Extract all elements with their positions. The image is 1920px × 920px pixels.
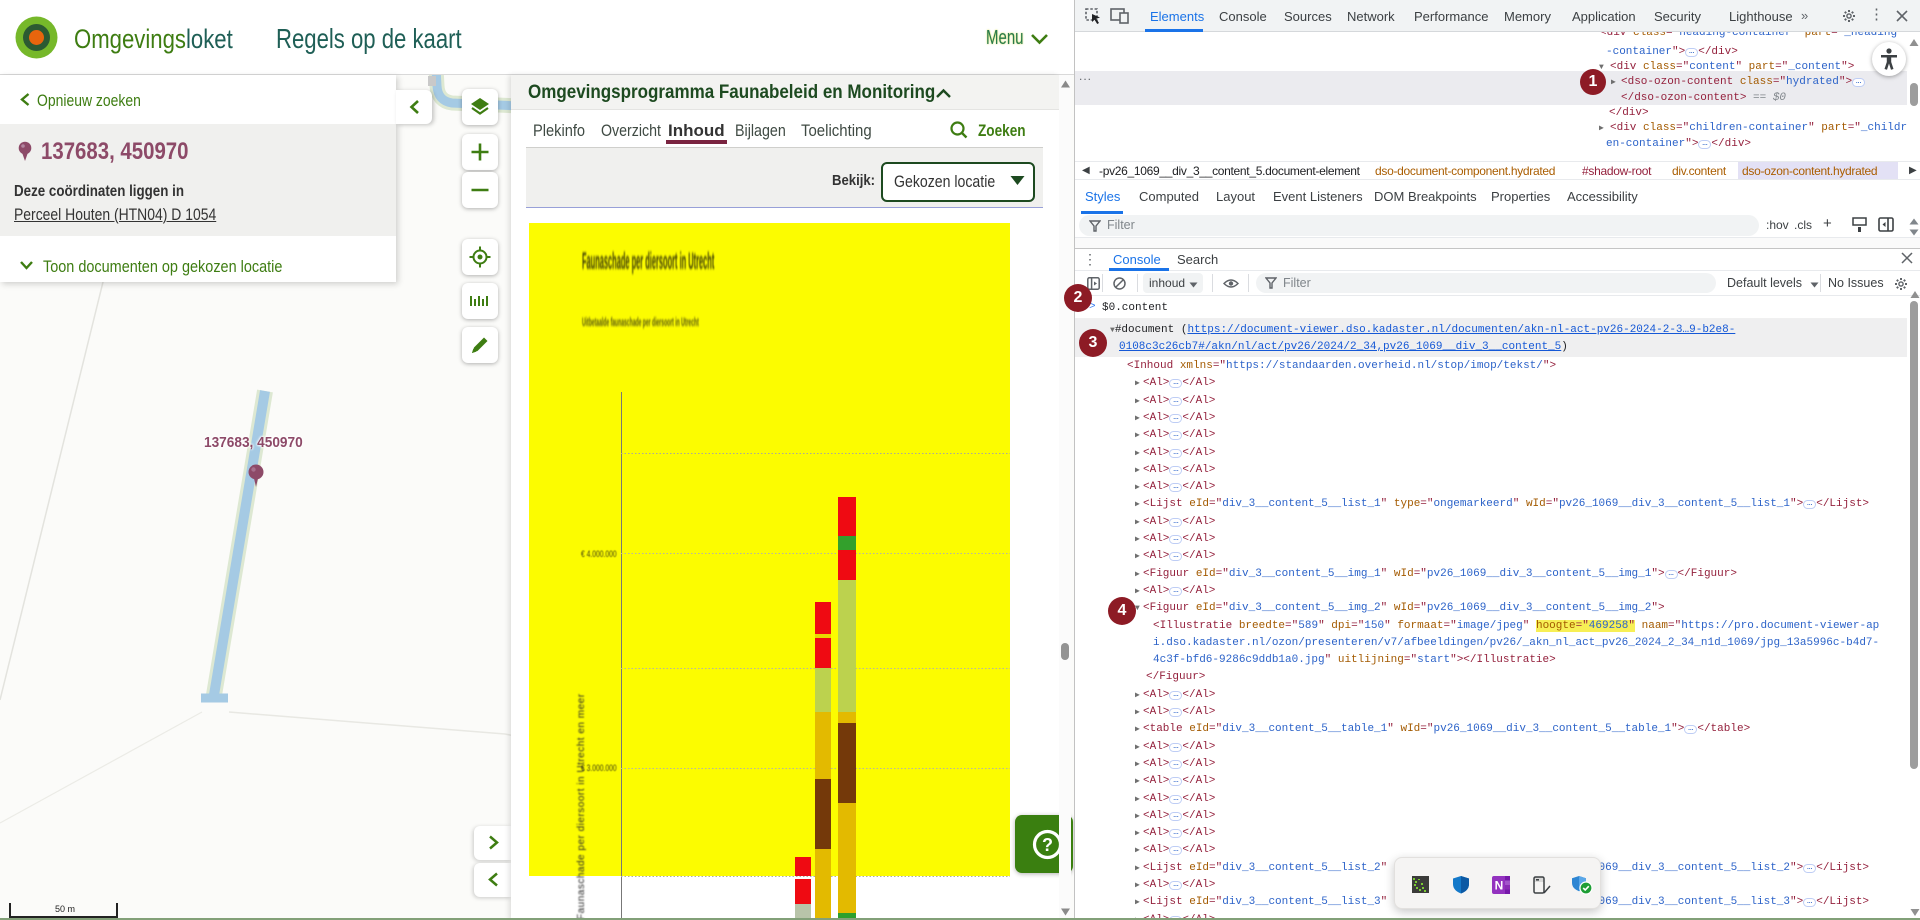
svg-text:50 m: 50 m bbox=[55, 904, 75, 914]
svg-text:?: ? bbox=[1042, 835, 1053, 855]
svg-text:N: N bbox=[1495, 879, 1504, 893]
